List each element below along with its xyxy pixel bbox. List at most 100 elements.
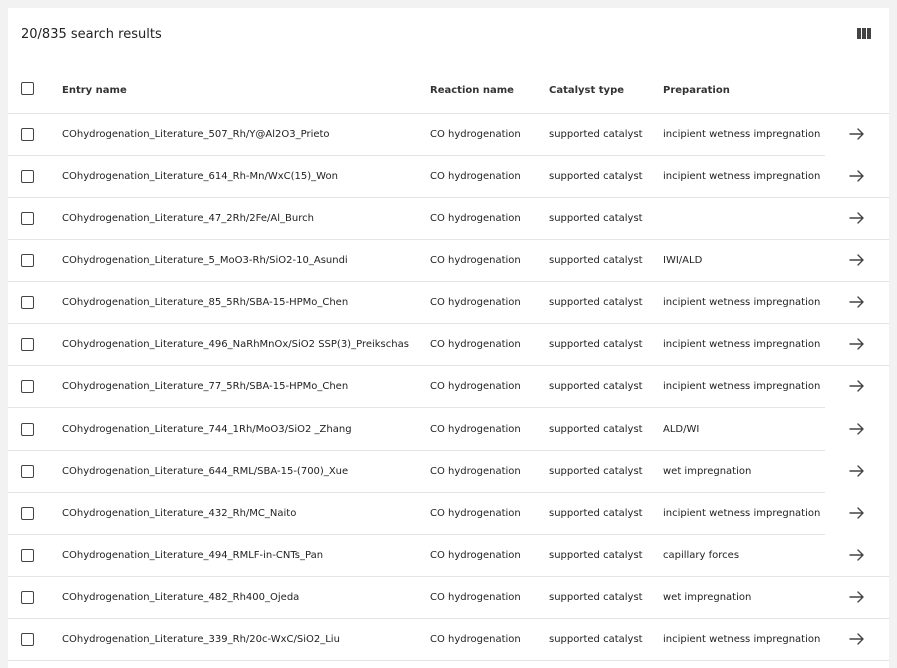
entry-name-cell: COhydrogenation_Literature_494_RMLF-in-C… bbox=[62, 549, 324, 561]
arrow-right-icon[interactable] bbox=[848, 505, 866, 521]
reaction-name-cell: CO hydrogenation bbox=[430, 255, 521, 267]
entry-name-cell: COhydrogenation_Literature_47_2Rh/2Fe/Al… bbox=[62, 213, 314, 225]
entry-name-cell: COhydrogenation_Literature_496_NaRhMnOx/… bbox=[62, 339, 409, 351]
table-row[interactable]: COhydrogenation_Literature_494_RMLF-in-C… bbox=[8, 535, 889, 577]
preparation-cell: ALD/WI bbox=[663, 423, 700, 435]
table-row[interactable]: COhydrogenation_Literature_507_Rh/Y@Al2O… bbox=[8, 114, 889, 156]
table-row[interactable]: COhydrogenation_Literature_47_2Rh/2Fe/Al… bbox=[8, 198, 889, 241]
arrow-right-icon[interactable] bbox=[848, 547, 866, 563]
arrow-right-icon[interactable] bbox=[848, 294, 866, 310]
arrow-right-icon[interactable] bbox=[848, 463, 866, 479]
reaction-name-cell: CO hydrogenation bbox=[430, 129, 521, 140]
catalyst-type-cell: supported catalyst bbox=[549, 213, 643, 225]
reaction-name-cell: CO hydrogenation bbox=[430, 549, 521, 561]
entry-name-cell: COhydrogenation_Literature_744_1Rh/MoO3/… bbox=[62, 423, 352, 435]
catalyst-type-cell: supported catalyst bbox=[549, 255, 643, 267]
preparation-cell: incipient wetness impregnation bbox=[663, 297, 821, 309]
row-checkbox[interactable] bbox=[21, 128, 34, 141]
catalyst-type-cell: supported catalyst bbox=[549, 549, 643, 561]
arrow-right-icon[interactable] bbox=[848, 252, 866, 268]
catalyst-type-cell: supported catalyst bbox=[549, 633, 643, 645]
table-row[interactable]: COhydrogenation_Literature_85_5Rh/SBA-15… bbox=[8, 282, 889, 325]
view-columns-icon[interactable] bbox=[857, 28, 871, 39]
preparation-cell: incipient wetness impregnation bbox=[663, 507, 821, 519]
reaction-name-cell: CO hydrogenation bbox=[430, 633, 521, 645]
preparation-cell: wet impregnation bbox=[663, 465, 752, 477]
table-row[interactable]: COhydrogenation_Literature_432_Rh/MC_Nai… bbox=[8, 493, 889, 535]
arrow-right-icon[interactable] bbox=[848, 210, 866, 226]
catalyst-type-cell: supported catalyst bbox=[549, 381, 643, 393]
arrow-right-icon[interactable] bbox=[848, 126, 866, 142]
arrow-right-icon[interactable] bbox=[848, 336, 866, 352]
table-row[interactable]: COhydrogenation_Literature_5_MoO3-Rh/SiO… bbox=[8, 240, 889, 283]
entry-name-cell: COhydrogenation_Literature_644_RML/SBA-1… bbox=[62, 465, 349, 477]
reaction-name-cell: CO hydrogenation bbox=[430, 213, 521, 225]
row-checkbox[interactable] bbox=[21, 338, 34, 352]
catalyst-type-cell: supported catalyst bbox=[549, 423, 643, 435]
catalyst-type-cell: supported catalyst bbox=[549, 297, 643, 309]
reaction-name-cell: CO hydrogenation bbox=[430, 171, 521, 183]
row-checkbox[interactable] bbox=[21, 422, 34, 436]
reaction-name-cell: CO hydrogenation bbox=[430, 507, 521, 519]
preparation-cell: incipient wetness impregnation bbox=[663, 381, 821, 393]
arrow-right-icon[interactable] bbox=[848, 631, 866, 647]
table-header: Entry name Reaction name Catalyst type P… bbox=[8, 66, 889, 114]
catalyst-type-cell: supported catalyst bbox=[549, 339, 643, 351]
row-checkbox[interactable] bbox=[21, 590, 34, 604]
catalyst-type-cell: supported catalyst bbox=[549, 465, 643, 477]
entry-name-cell: COhydrogenation_Literature_482_Rh400_Oje… bbox=[62, 591, 300, 603]
table-row[interactable]: COhydrogenation_Literature_482_Rh400_Oje… bbox=[8, 577, 889, 619]
entry-name-cell: COhydrogenation_Literature_5_MoO3-Rh/SiO… bbox=[62, 255, 348, 267]
row-checkbox[interactable] bbox=[21, 170, 34, 184]
catalyst-type-cell: supported catalyst bbox=[549, 171, 643, 183]
table-row[interactable]: COhydrogenation_Literature_744_1Rh/MoO3/… bbox=[8, 409, 889, 451]
column-header-catalyst-type[interactable]: Catalyst type bbox=[549, 85, 624, 96]
row-checkbox[interactable] bbox=[21, 548, 34, 562]
arrow-right-icon[interactable] bbox=[848, 168, 866, 184]
column-header-preparation[interactable]: Preparation bbox=[663, 85, 730, 96]
preparation-cell: IWI/ALD bbox=[663, 255, 703, 267]
preparation-cell: wet impregnation bbox=[663, 591, 752, 603]
row-checkbox[interactable] bbox=[21, 380, 34, 394]
row-checkbox[interactable] bbox=[21, 212, 34, 226]
arrow-right-icon[interactable] bbox=[848, 378, 866, 394]
row-checkbox[interactable] bbox=[21, 464, 34, 478]
entry-name-cell: COhydrogenation_Literature_85_5Rh/SBA-15… bbox=[62, 297, 349, 309]
row-checkbox[interactable] bbox=[21, 254, 34, 268]
column-header-entry-name[interactable]: Entry name bbox=[62, 85, 127, 96]
entry-name-cell: COhydrogenation_Literature_339_Rh/20c-Wx… bbox=[62, 633, 340, 645]
arrow-right-icon[interactable] bbox=[848, 421, 866, 437]
reaction-name-cell: CO hydrogenation bbox=[430, 423, 521, 435]
catalyst-type-cell: supported catalyst bbox=[549, 507, 643, 519]
column-header-reaction-name[interactable]: Reaction name bbox=[430, 85, 514, 96]
table-row[interactable]: COhydrogenation_Literature_614_Rh-Mn/WxC… bbox=[8, 156, 889, 199]
table-row[interactable]: COhydrogenation_Literature_77_5Rh/SBA-15… bbox=[8, 366, 889, 409]
preparation-cell: incipient wetness impregnation bbox=[663, 339, 821, 351]
row-checkbox[interactable] bbox=[21, 506, 34, 520]
reaction-name-cell: CO hydrogenation bbox=[430, 591, 521, 603]
row-divider bbox=[8, 659, 889, 661]
reaction-name-cell: CO hydrogenation bbox=[430, 381, 521, 393]
select-all-checkbox[interactable] bbox=[21, 82, 34, 95]
entry-name-cell: COhydrogenation_Literature_614_Rh-Mn/WxC… bbox=[62, 171, 338, 183]
table-row[interactable]: COhydrogenation_Literature_644_RML/SBA-1… bbox=[8, 451, 889, 493]
catalyst-type-cell: supported catalyst bbox=[549, 129, 643, 140]
arrow-right-icon[interactable] bbox=[848, 589, 866, 605]
table-row[interactable]: COhydrogenation_Literature_339_Rh/20c-Wx… bbox=[8, 619, 889, 661]
reaction-name-cell: CO hydrogenation bbox=[430, 465, 521, 477]
preparation-cell: incipient wetness impregnation bbox=[663, 633, 821, 645]
table-row[interactable]: COhydrogenation_Literature_496_NaRhMnOx/… bbox=[8, 324, 889, 367]
search-results-panel: 20/835 search results Entry name Reactio… bbox=[8, 8, 889, 668]
preparation-cell: capillary forces bbox=[663, 549, 740, 561]
entry-name-cell: COhydrogenation_Literature_432_Rh/MC_Nai… bbox=[62, 507, 297, 519]
row-checkbox[interactable] bbox=[21, 632, 34, 646]
preparation-cell: incipient wetness impregnation bbox=[663, 171, 821, 183]
entry-name-cell: COhydrogenation_Literature_507_Rh/Y@Al2O… bbox=[62, 129, 330, 140]
entry-name-cell: COhydrogenation_Literature_77_5Rh/SBA-15… bbox=[62, 381, 349, 393]
row-checkbox[interactable] bbox=[21, 296, 34, 310]
preparation-cell: incipient wetness impregnation bbox=[663, 129, 821, 140]
catalyst-type-cell: supported catalyst bbox=[549, 591, 643, 603]
reaction-name-cell: CO hydrogenation bbox=[430, 339, 521, 351]
results-count-title: 20/835 search results bbox=[21, 27, 162, 42]
reaction-name-cell: CO hydrogenation bbox=[430, 297, 521, 309]
